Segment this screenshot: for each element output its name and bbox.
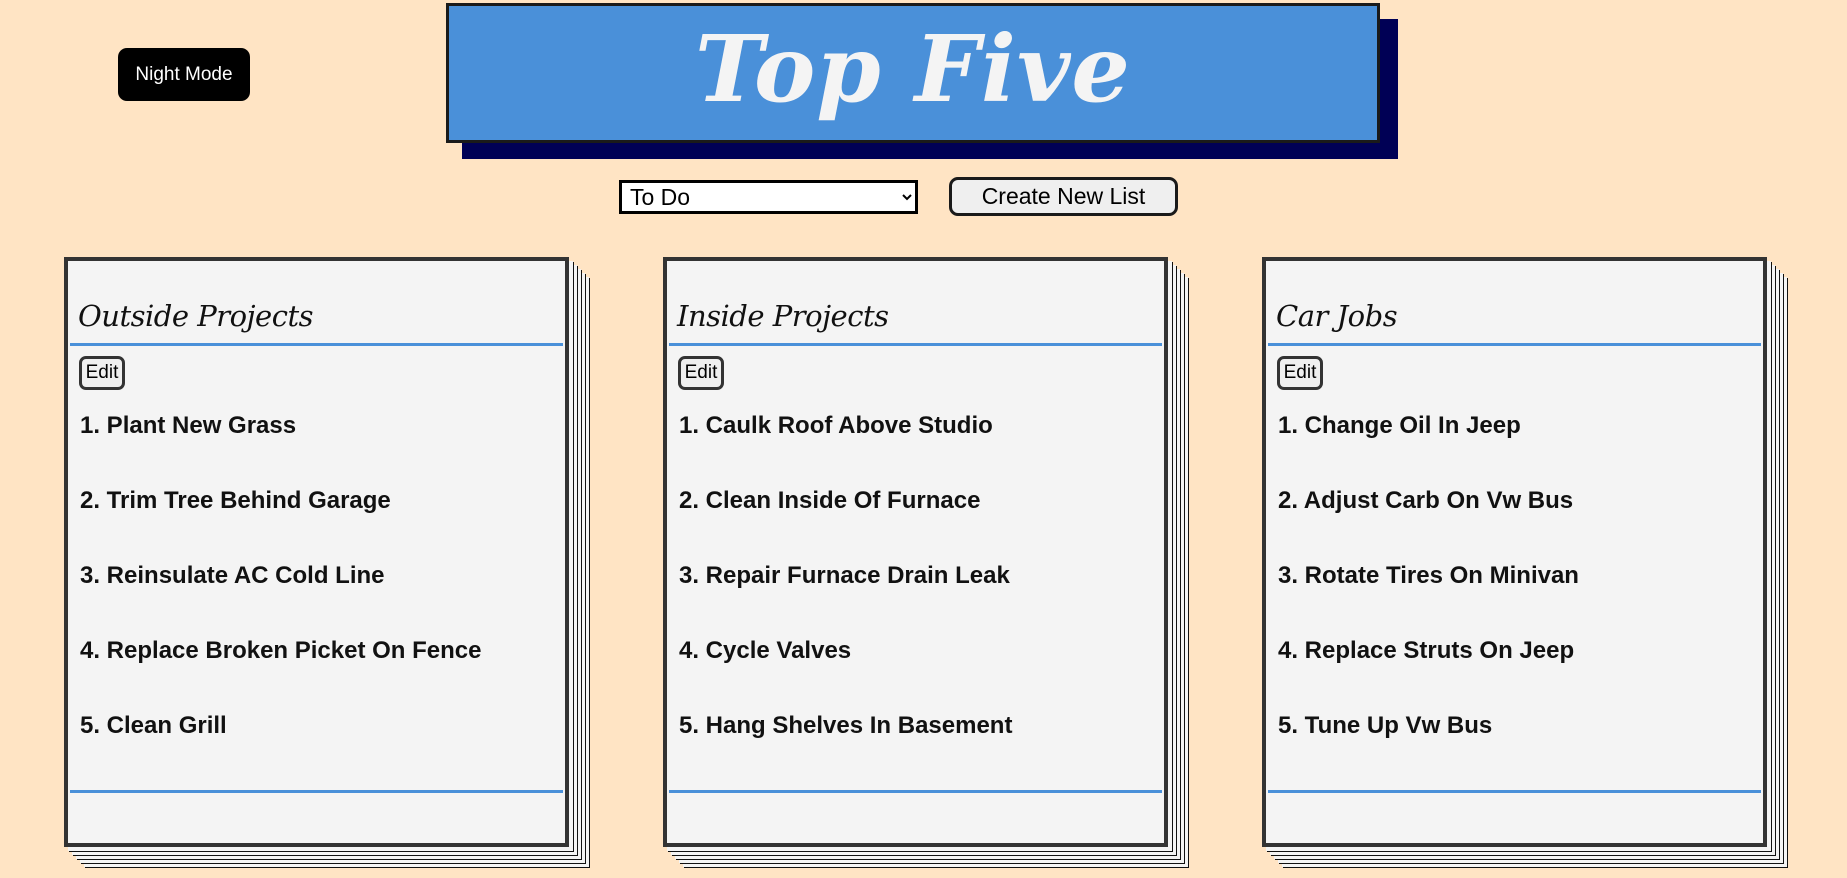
edit-list-button[interactable]: Edit bbox=[79, 356, 125, 390]
list-item: 4. Replace Struts On Jeep bbox=[1278, 637, 1575, 664]
list-item: 5. Hang Shelves In Basement bbox=[679, 712, 1013, 739]
list-card-outside-projects: Outside Projects Edit 1. Plant New Grass… bbox=[64, 257, 569, 847]
list-item: 3. Reinsulate AC Cold Line bbox=[80, 562, 385, 589]
list-title: Inside Projects bbox=[677, 299, 889, 333]
list-title: Outside Projects bbox=[78, 299, 313, 333]
list-title: Car Jobs bbox=[1276, 299, 1398, 333]
list-card-car-jobs: Car Jobs Edit 1. Change Oil In Jeep 2. A… bbox=[1262, 257, 1767, 847]
bottom-divider bbox=[669, 790, 1162, 793]
list-type-select[interactable]: To Do bbox=[619, 180, 918, 214]
title-divider bbox=[70, 343, 563, 346]
list-item: 2. Trim Tree Behind Garage bbox=[80, 487, 391, 514]
bottom-divider bbox=[1268, 790, 1761, 793]
list-item: 3. Rotate Tires On Minivan bbox=[1278, 562, 1579, 589]
create-new-list-button[interactable]: Create New List bbox=[949, 177, 1178, 216]
bottom-divider bbox=[70, 790, 563, 793]
title-divider bbox=[669, 343, 1162, 346]
list-item: 3. Repair Furnace Drain Leak bbox=[679, 562, 1010, 589]
list-item: 5. Tune Up Vw Bus bbox=[1278, 712, 1493, 739]
list-items: 1. Plant New Grass 2. Trim Tree Behind G… bbox=[80, 411, 482, 786]
list-items: 1. Change Oil In Jeep 2. Adjust Carb On … bbox=[1278, 411, 1579, 786]
list-item: 5. Clean Grill bbox=[80, 712, 227, 739]
list-item: 4. Replace Broken Picket On Fence bbox=[80, 637, 482, 664]
edit-list-button[interactable]: Edit bbox=[1277, 356, 1323, 390]
title-banner: Top Five bbox=[446, 3, 1380, 143]
night-mode-button[interactable]: Night Mode bbox=[118, 48, 250, 101]
list-item: 2. Adjust Carb On Vw Bus bbox=[1278, 487, 1574, 514]
list-item: 1. Caulk Roof Above Studio bbox=[679, 412, 993, 439]
list-item: 2. Clean Inside Of Furnace bbox=[679, 487, 981, 514]
title-divider bbox=[1268, 343, 1761, 346]
list-items: 1. Caulk Roof Above Studio 2. Clean Insi… bbox=[679, 411, 1012, 786]
list-item: 1. Plant New Grass bbox=[80, 412, 297, 439]
page-title: Top Five bbox=[695, 15, 1131, 123]
list-card-inside-projects: Inside Projects Edit 1. Caulk Roof Above… bbox=[663, 257, 1168, 847]
edit-list-button[interactable]: Edit bbox=[678, 356, 724, 390]
app: { "header": { "night_mode_label": "Night… bbox=[0, 0, 1847, 878]
list-item: 4. Cycle Valves bbox=[679, 637, 852, 664]
list-item: 1. Change Oil In Jeep bbox=[1278, 412, 1521, 439]
